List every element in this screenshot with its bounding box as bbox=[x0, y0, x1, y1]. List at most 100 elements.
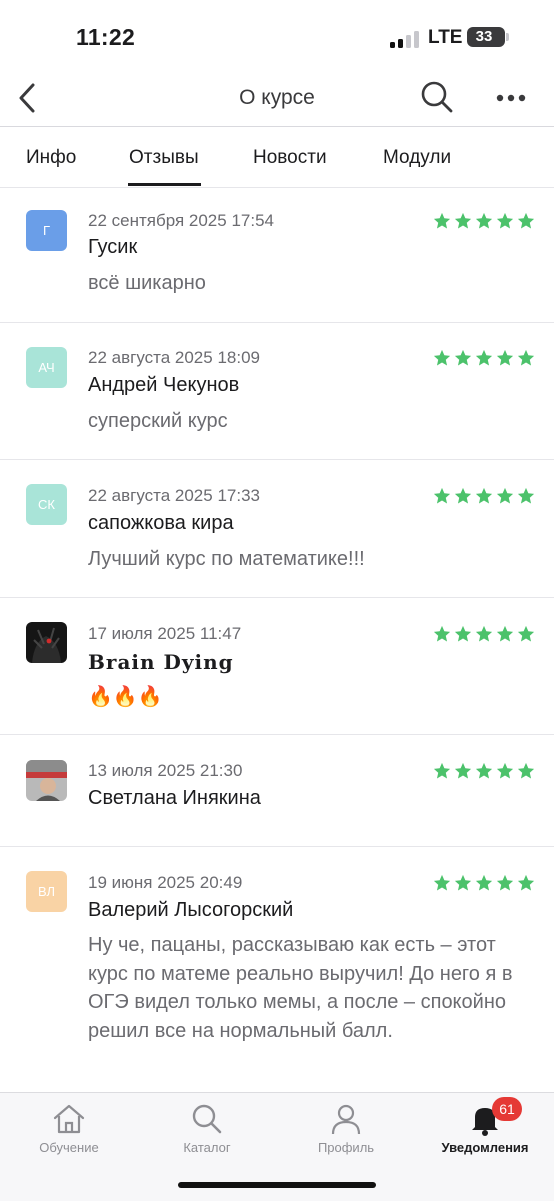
star-icon bbox=[496, 349, 514, 366]
avatar bbox=[26, 622, 67, 663]
star-icon bbox=[475, 762, 493, 779]
search-icon bbox=[192, 1104, 222, 1134]
review-text: всё шикарно bbox=[88, 272, 206, 294]
star-icon bbox=[517, 762, 535, 779]
star-icon bbox=[475, 487, 493, 504]
rating-stars bbox=[433, 349, 535, 367]
review-date: 13 июля 2025 21:30 bbox=[88, 761, 243, 780]
home-icon bbox=[53, 1104, 85, 1134]
star-icon bbox=[496, 762, 514, 779]
rating-stars bbox=[433, 625, 535, 643]
star-icon bbox=[496, 874, 514, 891]
star-icon bbox=[454, 762, 472, 779]
tabbar-item-learning[interactable]: Обучение bbox=[0, 1093, 138, 1173]
review-item: 17 июля 2025 11:47 Brain Dying 🔥🔥🔥 bbox=[0, 598, 554, 735]
review-date: 19 июня 2025 20:49 bbox=[88, 873, 243, 892]
tab-modules[interactable]: Модули bbox=[383, 147, 451, 169]
star-icon bbox=[433, 212, 451, 229]
review-text: 🔥🔥🔥 bbox=[88, 686, 163, 708]
rating-stars bbox=[433, 762, 535, 780]
signal-strength-icon bbox=[390, 30, 422, 48]
tab-reviews[interactable]: Отзывы bbox=[129, 147, 199, 169]
search-icon bbox=[421, 81, 453, 113]
tabbar-label: Профиль bbox=[317, 1140, 375, 1155]
back-button[interactable] bbox=[10, 76, 44, 120]
tabbar-label: Уведомления bbox=[441, 1140, 529, 1155]
avatar: СК bbox=[26, 484, 67, 525]
active-tab-indicator bbox=[128, 183, 201, 186]
review-date: 22 августа 2025 18:09 bbox=[88, 348, 260, 367]
more-button[interactable] bbox=[492, 80, 530, 116]
rating-stars bbox=[433, 874, 535, 892]
user-icon bbox=[331, 1104, 361, 1135]
reviewer-name: Андрей Чекунов bbox=[88, 374, 240, 396]
tabbar-item-catalog[interactable]: Каталог bbox=[138, 1093, 276, 1173]
avatar bbox=[26, 760, 67, 801]
chevron-left-icon bbox=[19, 83, 35, 113]
star-icon bbox=[496, 487, 514, 504]
status-bar: 11:22 LTE 33 bbox=[0, 0, 554, 76]
star-icon bbox=[517, 874, 535, 891]
avatar: АЧ bbox=[26, 347, 67, 388]
review-item: СК 22 августа 2025 17:33 сапожкова кира … bbox=[0, 460, 554, 598]
avatar-image bbox=[26, 622, 67, 663]
tabbar-label: Обучение bbox=[39, 1140, 99, 1155]
star-icon bbox=[433, 349, 451, 366]
reviewer-name: сапожкова кира bbox=[88, 512, 234, 534]
star-icon bbox=[454, 487, 472, 504]
reviewer-name: Валерий Лысогорский bbox=[88, 899, 294, 921]
star-icon bbox=[475, 349, 493, 366]
nav-bar: О курсе bbox=[0, 70, 554, 126]
reviewer-name: Светлана Инякина bbox=[88, 787, 261, 809]
star-icon bbox=[475, 212, 493, 229]
review-date: 22 августа 2025 17:33 bbox=[88, 486, 260, 505]
star-icon bbox=[433, 625, 451, 642]
search-button[interactable] bbox=[418, 78, 456, 116]
avatar-image bbox=[26, 760, 67, 801]
tabbar-item-profile[interactable]: Профиль bbox=[277, 1093, 415, 1173]
star-icon bbox=[433, 487, 451, 504]
course-tabs: Инфо Отзывы Новости Модули bbox=[0, 127, 554, 187]
star-icon bbox=[454, 874, 472, 891]
reviewer-name: Brain Dying bbox=[88, 650, 234, 674]
notification-badge: 61 bbox=[492, 1097, 522, 1121]
review-item: АЧ 22 августа 2025 18:09 Андрей Чекунов … bbox=[0, 323, 554, 460]
star-icon bbox=[454, 212, 472, 229]
reviewer-name: Гусик bbox=[88, 236, 138, 258]
review-text: Лучший курс по математике!!! bbox=[88, 548, 365, 570]
page-title: О курсе bbox=[239, 86, 315, 109]
star-icon bbox=[475, 625, 493, 642]
review-date: 17 июля 2025 11:47 bbox=[88, 624, 242, 643]
star-icon bbox=[475, 874, 493, 891]
avatar: Г bbox=[26, 210, 67, 251]
star-icon bbox=[517, 349, 535, 366]
star-icon bbox=[433, 762, 451, 779]
review-date: 22 сентября 2025 17:54 bbox=[88, 211, 274, 230]
star-icon bbox=[454, 349, 472, 366]
review-text: Ну че, пацаны, рассказываю как есть – эт… bbox=[88, 934, 513, 1042]
avatar: ВЛ bbox=[26, 871, 67, 912]
star-icon bbox=[517, 212, 535, 229]
review-item: Г 22 сентября 2025 17:54 Гусик всё шикар… bbox=[0, 188, 554, 323]
battery-icon: 33 bbox=[467, 27, 505, 47]
tabbar-label: Каталог bbox=[183, 1140, 231, 1155]
rating-stars bbox=[433, 487, 535, 505]
tabbar-item-notifications[interactable]: 61 Уведомления bbox=[416, 1093, 554, 1173]
home-indicator bbox=[178, 1182, 376, 1188]
more-horizontal-icon bbox=[496, 94, 526, 102]
tab-news[interactable]: Новости bbox=[253, 147, 327, 169]
star-icon bbox=[454, 625, 472, 642]
star-icon bbox=[496, 625, 514, 642]
star-icon bbox=[517, 625, 535, 642]
battery-cap bbox=[506, 33, 509, 41]
review-text: суперский курс bbox=[88, 410, 228, 432]
tab-info[interactable]: Инфо bbox=[26, 147, 76, 169]
network-type: LTE bbox=[428, 27, 463, 48]
star-icon bbox=[517, 487, 535, 504]
review-item: ВЛ 19 июня 2025 20:49 Валерий Лысогорски… bbox=[0, 847, 554, 1091]
rating-stars bbox=[433, 212, 535, 230]
battery-level: 33 bbox=[475, 28, 493, 45]
star-icon bbox=[496, 212, 514, 229]
status-time: 11:22 bbox=[76, 24, 136, 50]
star-icon bbox=[433, 874, 451, 891]
